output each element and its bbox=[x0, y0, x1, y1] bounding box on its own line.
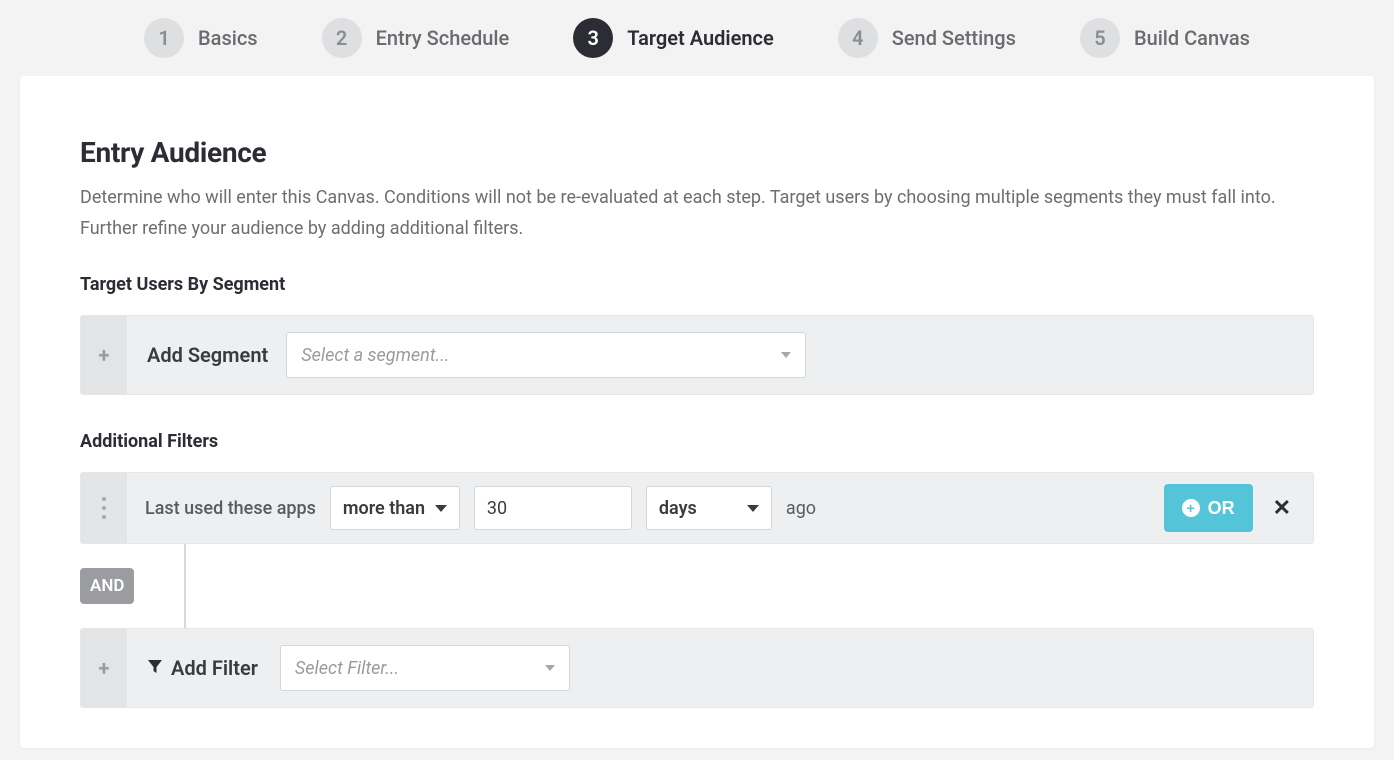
chevron-down-icon bbox=[747, 505, 759, 512]
remove-filter-button[interactable]: ✕ bbox=[1273, 495, 1291, 521]
main-card: Entry Audience Determine who will enter … bbox=[20, 76, 1374, 748]
filter-drag-handle[interactable] bbox=[81, 473, 127, 543]
plus-icon: + bbox=[99, 656, 110, 680]
and-badge: AND bbox=[80, 568, 134, 604]
step-number: 4 bbox=[838, 18, 878, 58]
add-segment-label: Add Segment bbox=[147, 343, 268, 367]
add-filter-label: Add Filter bbox=[171, 656, 258, 680]
chevron-down-icon bbox=[781, 352, 791, 358]
comparator-value: more than bbox=[343, 498, 425, 519]
chevron-down-icon bbox=[435, 505, 447, 512]
add-filter-label-group: Add Filter bbox=[147, 656, 258, 680]
step-entry-schedule[interactable]: 2 Entry Schedule bbox=[322, 18, 510, 58]
step-build-canvas[interactable]: 5 Build Canvas bbox=[1080, 18, 1250, 58]
page-title: Entry Audience bbox=[80, 136, 1314, 169]
add-filter-placeholder: Select Filter... bbox=[295, 658, 399, 679]
segment-heading: Target Users By Segment bbox=[80, 274, 1314, 295]
step-label: Target Audience bbox=[627, 26, 773, 50]
add-segment-handle[interactable]: + bbox=[81, 316, 127, 394]
unit-select[interactable]: days bbox=[646, 486, 772, 530]
comparator-select[interactable]: more than bbox=[330, 486, 460, 530]
step-basics[interactable]: 1 Basics bbox=[144, 18, 258, 58]
filters-heading: Additional Filters bbox=[80, 431, 1314, 452]
step-number: 5 bbox=[1080, 18, 1120, 58]
unit-value: days bbox=[659, 498, 697, 519]
chevron-down-icon bbox=[545, 665, 555, 671]
step-label: Send Settings bbox=[892, 26, 1016, 50]
add-filter-handle[interactable]: + bbox=[81, 629, 127, 707]
filter-prefix: Last used these apps bbox=[145, 498, 316, 519]
step-label: Entry Schedule bbox=[376, 26, 510, 50]
segment-select[interactable]: Select a segment... bbox=[286, 332, 806, 378]
plus-circle-icon: + bbox=[1182, 499, 1200, 517]
step-label: Build Canvas bbox=[1134, 26, 1250, 50]
add-filter-select[interactable]: Select Filter... bbox=[280, 645, 570, 691]
add-filter-row: + Add Filter Select Filter... bbox=[80, 628, 1314, 708]
filter-block: Last used these apps more than days ago … bbox=[80, 472, 1314, 708]
filter-suffix: ago bbox=[786, 498, 816, 519]
plus-icon: + bbox=[99, 343, 110, 367]
or-button-label: OR bbox=[1208, 498, 1235, 519]
add-segment-row: + Add Segment Select a segment... bbox=[80, 315, 1314, 395]
step-target-audience[interactable]: 3 Target Audience bbox=[573, 18, 773, 58]
stepper: 1 Basics 2 Entry Schedule 3 Target Audie… bbox=[0, 0, 1394, 76]
segment-select-placeholder: Select a segment... bbox=[301, 345, 449, 366]
filter-row-1: Last used these apps more than days ago … bbox=[80, 472, 1314, 544]
filter-icon bbox=[147, 656, 163, 680]
step-number: 1 bbox=[144, 18, 184, 58]
close-icon: ✕ bbox=[1273, 495, 1291, 520]
filter-value-input[interactable] bbox=[474, 486, 632, 530]
step-send-settings[interactable]: 4 Send Settings bbox=[838, 18, 1016, 58]
step-number: 3 bbox=[573, 18, 613, 58]
step-label: Basics bbox=[198, 26, 258, 50]
page-description: Determine who will enter this Canvas. Co… bbox=[80, 183, 1314, 244]
step-number: 2 bbox=[322, 18, 362, 58]
or-button[interactable]: + OR bbox=[1164, 484, 1253, 532]
drag-icon bbox=[102, 497, 106, 519]
